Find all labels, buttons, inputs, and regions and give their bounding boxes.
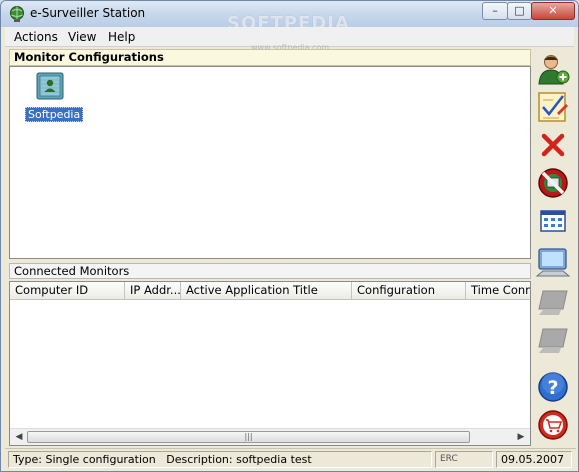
column-configuration[interactable]: Configuration (352, 282, 466, 300)
monitor-configurations-list[interactable]: Softpedia (9, 66, 531, 259)
maximize-button[interactable]: □ (507, 2, 532, 20)
connected-monitors-header: Connected Monitors (9, 263, 531, 279)
horizontal-scrollbar[interactable]: ◀ ||| ▶ (10, 428, 530, 445)
window-title: e-Surveiller Station (30, 6, 146, 20)
stop-monitoring-button[interactable] (535, 165, 571, 201)
monitor-configurations-header: Monitor Configurations (9, 49, 531, 66)
monitor-disabled-button-2[interactable] (535, 323, 571, 359)
monitor-config-icon (35, 71, 65, 101)
shop-button[interactable] (535, 407, 571, 443)
menu-actions[interactable]: Actions (14, 30, 58, 44)
add-user-button[interactable] (535, 51, 571, 87)
app-window: e-Surveiller Station SOFTPEDIA – □ ✕ Act… (0, 0, 579, 472)
scroll-right-icon[interactable]: ▶ (513, 430, 529, 445)
column-computer-id[interactable]: Computer ID (10, 282, 125, 300)
status-indicator: ERC (435, 451, 493, 468)
status-bar: Type: Single configuration Description: … (5, 448, 576, 469)
delete-button[interactable] (535, 127, 571, 163)
status-description: Description: softpedia test (166, 453, 312, 466)
shopping-cart-icon (535, 410, 571, 446)
help-button[interactable]: ? (535, 369, 571, 405)
column-ip-address[interactable]: IP Addr... (125, 282, 181, 300)
connected-monitors-table[interactable]: Computer ID IP Addr... Active Applicatio… (9, 281, 531, 446)
title-bar[interactable]: e-Surveiller Station SOFTPEDIA – □ ✕ (1, 1, 578, 34)
scroll-left-icon[interactable]: ◀ (11, 430, 27, 445)
menu-help[interactable]: Help (108, 30, 135, 44)
minimize-button[interactable]: – (482, 2, 508, 20)
config-item-label: Softpedia (25, 107, 84, 122)
grid-icon (535, 210, 571, 242)
status-date: 09.05.2007 (496, 451, 572, 468)
status-type: Type: Single configuration (13, 453, 156, 466)
scroll-thumb[interactable]: ||| (27, 431, 470, 443)
computer-disabled-icon (535, 328, 571, 362)
close-button[interactable]: ✕ (531, 2, 575, 20)
menu-view[interactable]: View (68, 30, 96, 44)
column-time-connected[interactable]: Time Conne (466, 282, 530, 300)
svg-text:?: ? (547, 377, 558, 399)
column-active-application-title[interactable]: Active Application Title (181, 282, 352, 300)
app-globe-icon (8, 5, 26, 23)
view-grid-button[interactable] (535, 203, 571, 239)
right-toolbar: ? (534, 49, 572, 447)
computer-icon (535, 248, 571, 284)
monitor-disabled-button-1[interactable] (535, 285, 571, 321)
monitor-active-button[interactable] (535, 245, 571, 281)
status-configuration-info: Type: Single configuration Description: … (8, 451, 432, 468)
edit-configuration-button[interactable] (535, 89, 571, 125)
